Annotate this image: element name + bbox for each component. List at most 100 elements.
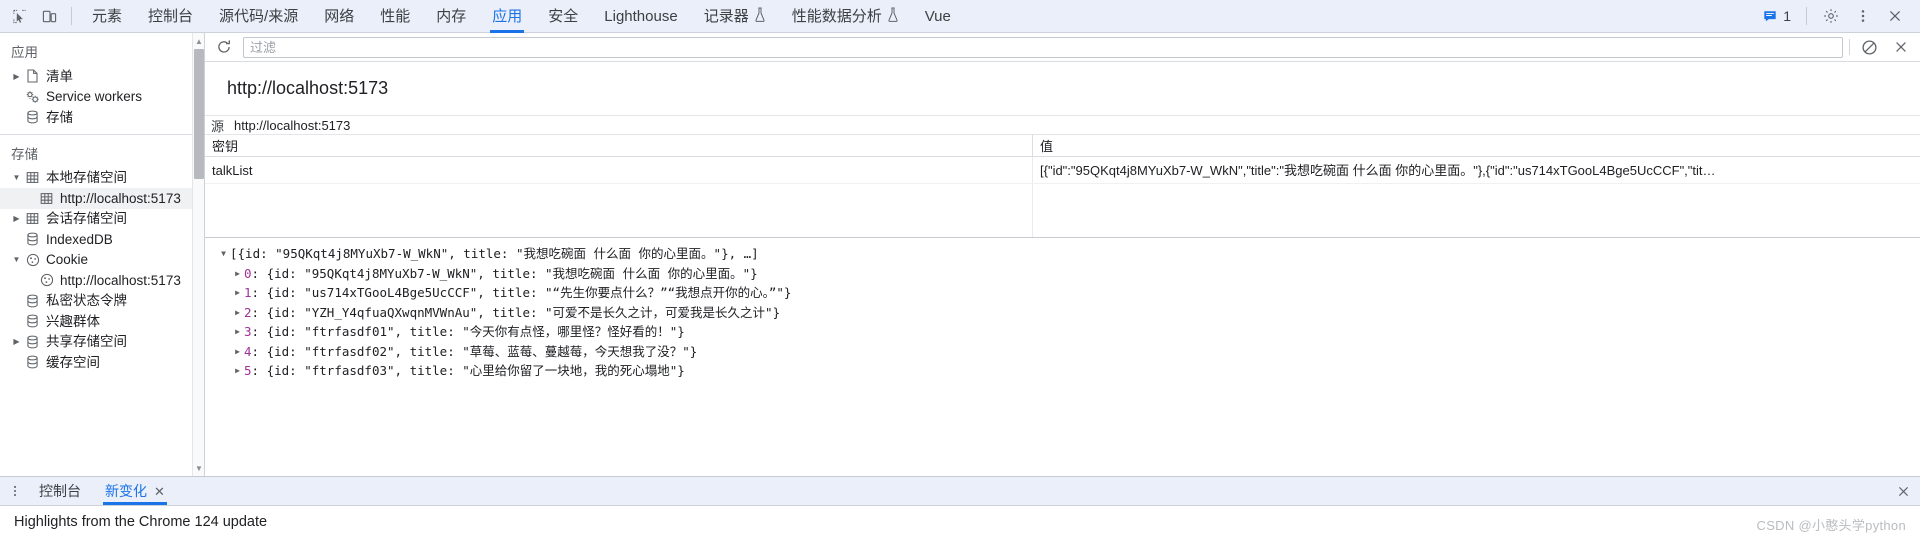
scroll-down-arrow-icon[interactable]: ▼	[193, 462, 204, 474]
table-icon	[23, 212, 42, 225]
chevron-right-icon[interactable]: ▶	[10, 72, 23, 81]
more-vertical-icon-drawer[interactable]	[3, 477, 27, 505]
message-count-badge[interactable]: 1	[1757, 2, 1797, 30]
preview-child-row[interactable]: ▶ 4: {id: "ftrfasdf02", title: "草莓、蓝莓、蔓越莓…	[217, 342, 1920, 362]
tab-performance-insights[interactable]: 性能数据分析	[779, 0, 912, 33]
data-grid-body: talkList [{"id":"95QKqt4j8MYuXb7-W_WkN","…	[205, 157, 1920, 184]
chevron-right-icon[interactable]: ▶	[231, 264, 244, 284]
sidebar-item-cookie[interactable]: ▼ Cookie	[0, 250, 204, 271]
chevron-right-icon[interactable]: ▶	[231, 283, 244, 303]
tab-sources[interactable]: 源代码/来源	[206, 0, 311, 33]
preview-child-index: 3	[244, 324, 252, 339]
cell-value[interactable]: [{"id":"95QKqt4j8MYuXb7-W_WkN","title":"…	[1033, 157, 1920, 183]
tab-recorder[interactable]: 记录器	[691, 0, 779, 33]
preview-child-index: 0	[244, 265, 252, 281]
close-icon[interactable]: ✕	[154, 485, 165, 498]
sidebar-item-indexeddb[interactable]: IndexedDB	[0, 229, 204, 250]
tab-network[interactable]: 网络	[311, 0, 367, 33]
toolbar-divider	[71, 7, 72, 25]
chevron-right-icon[interactable]: ▶	[231, 342, 244, 362]
sidebar-item--[interactable]: ▶ 会话存储空间	[0, 209, 204, 230]
sidebar-item-service-workers[interactable]: Service workers	[0, 87, 204, 108]
sidebar-item-label: 会话存储空间	[46, 211, 127, 226]
cell-key[interactable]: talkList	[205, 157, 1033, 183]
preview-child-index: 5	[244, 363, 252, 378]
tab-performance[interactable]: 性能	[367, 0, 423, 33]
cookie-icon	[37, 273, 56, 287]
tab-vue[interactable]: Vue	[912, 0, 964, 33]
experiment-flask-icon	[754, 7, 766, 25]
chevron-right-icon[interactable]: ▶	[231, 322, 244, 342]
chevron-right-icon[interactable]: ▶	[231, 303, 244, 323]
sidebar-item-http-localhost-5173[interactable]: http://localhost:5173	[0, 188, 204, 209]
column-header-key[interactable]: 密钥	[205, 135, 1033, 156]
preview-child-text: : {id: "ftrfasdf01", title: "今天你有点怪，哪里怪？…	[251, 324, 685, 339]
sidebar-item--[interactable]: 存储	[0, 107, 204, 128]
chevron-down-icon[interactable]: ▼	[10, 255, 23, 264]
tab-application[interactable]: 应用	[479, 0, 535, 33]
scroll-up-arrow-icon[interactable]: ▲	[193, 35, 204, 47]
chevron-right-icon[interactable]: ▶	[10, 214, 23, 223]
delete-selected-icon[interactable]	[1888, 35, 1914, 59]
sidebar-scrollbar[interactable]: ▲ ▼	[192, 33, 204, 476]
chevron-down-icon[interactable]: ▼	[10, 173, 23, 182]
drawer-tab-console[interactable]: 控制台	[27, 477, 93, 505]
column-header-value[interactable]: 值	[1033, 135, 1920, 156]
database-icon	[23, 110, 42, 124]
origin-title: http://localhost:5173	[205, 62, 1920, 116]
preview-child-row[interactable]: ▶ 1: {id: "us714xTGooL4Bge5UcCCF", title:…	[217, 283, 1920, 303]
origin-meta-value: http://localhost:5173	[234, 117, 351, 133]
device-toolbar-icon[interactable]	[34, 2, 64, 30]
gear-icon[interactable]	[1816, 2, 1846, 30]
clear-all-icon[interactable]	[1856, 35, 1882, 59]
empty-cell-value	[1033, 184, 1920, 211]
tab-elements-label: 元素	[92, 7, 123, 25]
chevron-right-icon[interactable]: ▶	[231, 361, 244, 381]
tab-console[interactable]: 控制台	[135, 0, 206, 33]
tab-elements[interactable]: 元素	[79, 0, 135, 33]
chevron-down-icon[interactable]: ▼	[217, 244, 230, 264]
table-row[interactable]: talkList [{"id":"95QKqt4j8MYuXb7-W_WkN","…	[205, 157, 1920, 184]
tab-memory[interactable]: 内存	[423, 0, 479, 33]
close-icon[interactable]	[1880, 2, 1910, 30]
sidebar-item--[interactable]: ▼ 本地存储空间	[0, 168, 204, 189]
sidebar-item-label: http://localhost:5173	[60, 190, 181, 206]
preview-children-list: ▶ 0: {id: "95QKqt4j8MYuXb7-W_WkN", title:…	[217, 264, 1920, 381]
drawer-close-icon[interactable]	[1886, 477, 1920, 505]
sidebar-item-http-localhost-5173[interactable]: http://localhost:5173	[0, 270, 204, 291]
refresh-icon[interactable]	[211, 35, 237, 59]
sidebar-item--[interactable]: 私密状态令牌	[0, 291, 204, 312]
tab-lighthouse[interactable]: Lighthouse	[591, 0, 690, 33]
tab-security[interactable]: 安全	[535, 0, 591, 33]
sidebar-item--[interactable]: 缓存空间	[0, 352, 204, 373]
inspect-cursor-icon[interactable]	[4, 2, 34, 30]
preview-child-row[interactable]: ▶ 5: {id: "ftrfasdf03", title: "心里给你留了一块地…	[217, 361, 1920, 381]
cookie-icon	[23, 253, 42, 267]
sidebar-item--[interactable]: ▶ 共享存储空间	[0, 332, 204, 353]
chevron-right-icon[interactable]: ▶	[10, 337, 23, 346]
sidebar-item-label: 清单	[46, 68, 73, 84]
preview-child-row[interactable]: ▶ 0: {id: "95QKqt4j8MYuXb7-W_WkN", title:…	[217, 264, 1920, 284]
sidebar-item-label: 私密状态令牌	[46, 293, 127, 308]
drawer-tab-whats-new[interactable]: 新变化 ✕	[93, 477, 177, 505]
sidebar-item--[interactable]: ▶ 清单	[0, 66, 204, 87]
data-grid-empty-row-2[interactable]	[205, 211, 1920, 237]
preview-child-index: 2	[244, 304, 252, 320]
preview-root-row[interactable]: ▼ [{id: "95QKqt4j8MYuXb7-W_WkN", title: …	[217, 244, 1920, 264]
drawer-tabs: 控制台 新变化 ✕	[27, 477, 177, 505]
drawer-tab-whats-new-label: 新变化	[105, 483, 147, 499]
data-grid-empty-row[interactable]	[205, 184, 1920, 211]
preview-child-index: 4	[244, 343, 252, 359]
sidebar-heading-storage: 存储	[11, 146, 38, 162]
tab-network-label: 网络	[324, 7, 355, 25]
more-vertical-icon[interactable]	[1848, 2, 1878, 30]
search-input[interactable]	[243, 36, 1843, 58]
filter-toolbar-divider	[1849, 39, 1850, 55]
preview-child-index: 1	[244, 285, 252, 300]
sidebar-item--[interactable]: 兴趣群体	[0, 311, 204, 332]
scrollbar-thumb[interactable]	[194, 49, 204, 179]
preview-child-row[interactable]: ▶ 3: {id: "ftrfasdf01", title: "今天你有点怪，哪里…	[217, 322, 1920, 342]
watermark-label: CSDN @小憨头学python	[1756, 518, 1906, 533]
tab-memory-label: 内存	[436, 7, 467, 25]
preview-child-row[interactable]: ▶ 2: {id: "YZH_Y4qfuaQXwqnMVWnAu", title:…	[217, 303, 1920, 323]
